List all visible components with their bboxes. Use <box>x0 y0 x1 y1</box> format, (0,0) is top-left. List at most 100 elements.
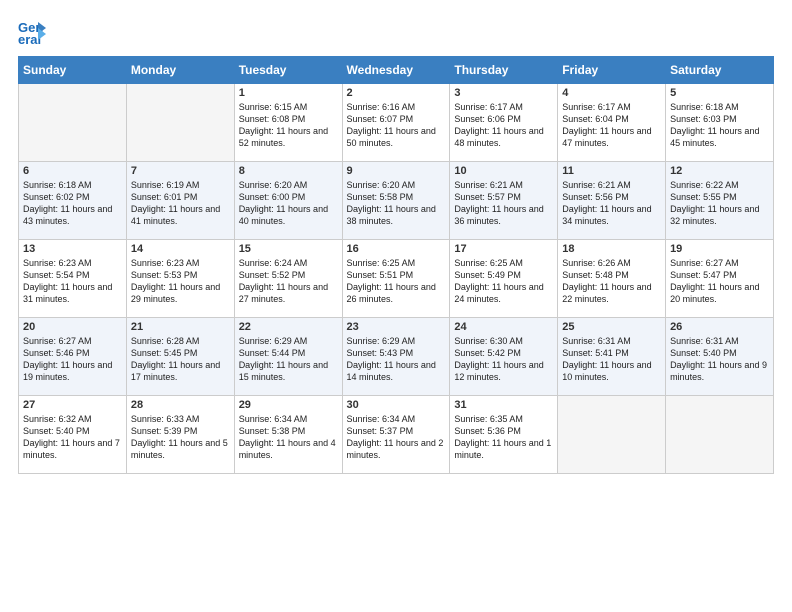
calendar-page: Gen eral SundayMondayTuesdayWednesdayThu… <box>0 0 792 612</box>
day-info: Sunrise: 6:23 AMSunset: 5:54 PMDaylight:… <box>23 257 122 306</box>
calendar-cell: 9Sunrise: 6:20 AMSunset: 5:58 PMDaylight… <box>342 162 450 240</box>
day-info: Sunrise: 6:15 AMSunset: 6:08 PMDaylight:… <box>239 101 338 150</box>
calendar-cell: 16 Sunrise: 6:25 AMSunset: 5:51 PMDayligh… <box>342 240 450 318</box>
calendar-cell: 30Sunrise: 6:34 AMSunset: 5:37 PMDayligh… <box>342 396 450 474</box>
calendar-cell: 21 Sunrise: 6:28 AMSunset: 5:45 PMDayligh… <box>126 318 234 396</box>
day-info: Sunrise: 6:23 AMSunset: 5:53 PMDaylight:… <box>131 257 230 306</box>
day-info: Sunrise: 6:25 AMSunset: 5:49 PMDaylight:… <box>454 257 553 306</box>
calendar-header: SundayMondayTuesdayWednesdayThursdayFrid… <box>19 57 774 84</box>
svg-text:eral: eral <box>18 32 41 46</box>
day-number: 5 <box>670 87 769 99</box>
day-number: 6 <box>23 165 122 177</box>
day-number: 20 <box>23 321 122 333</box>
calendar-cell: 6 Sunrise: 6:18 AMSunset: 6:02 PMDaylight… <box>19 162 127 240</box>
day-info: Sunrise: 6:33 AMSunset: 5:39 PMDaylight:… <box>131 413 230 462</box>
day-info: Sunrise: 6:17 AMSunset: 6:06 PMDaylight:… <box>454 101 553 150</box>
day-number: 28 <box>131 399 230 411</box>
calendar-cell <box>558 396 666 474</box>
day-number: 18 <box>562 243 661 255</box>
day-number: 3 <box>454 87 553 99</box>
day-number: 13 <box>23 243 122 255</box>
day-number: 12 <box>670 165 769 177</box>
day-info: Sunrise: 6:29 AMSunset: 5:43 PMDaylight:… <box>347 335 446 384</box>
day-number: 4 <box>562 87 661 99</box>
day-info: Sunrise: 6:20 AMSunset: 6:00 PMDaylight:… <box>239 179 338 228</box>
day-info: Sunrise: 6:29 AMSunset: 5:44 PMDaylight:… <box>239 335 338 384</box>
weekday-header: Sunday <box>19 57 127 84</box>
day-info: Sunrise: 6:30 AMSunset: 5:42 PMDaylight:… <box>454 335 553 384</box>
calendar-cell: 2 Sunrise: 6:16 AMSunset: 6:07 PMDaylight… <box>342 84 450 162</box>
day-info: Sunrise: 6:25 AMSunset: 5:51 PMDaylight:… <box>347 257 446 306</box>
calendar-cell: 18 Sunrise: 6:26 AMSunset: 5:48 PMDayligh… <box>558 240 666 318</box>
weekday-header: Wednesday <box>342 57 450 84</box>
day-info: Sunrise: 6:19 AMSunset: 6:01 PMDaylight:… <box>131 179 230 228</box>
calendar-cell: 25 Sunrise: 6:31 AMSunset: 5:41 PMDayligh… <box>558 318 666 396</box>
calendar-cell: 1 Sunrise: 6:15 AMSunset: 6:08 PMDaylight… <box>234 84 342 162</box>
day-number: 7 <box>131 165 230 177</box>
logo: Gen eral <box>18 18 50 46</box>
calendar-cell: 29Sunrise: 6:34 AMSunset: 5:38 PMDayligh… <box>234 396 342 474</box>
calendar-cell: 15 Sunrise: 6:24 AMSunset: 5:52 PMDayligh… <box>234 240 342 318</box>
calendar-cell: 7 Sunrise: 6:19 AMSunset: 6:01 PMDaylight… <box>126 162 234 240</box>
day-info: Sunrise: 6:27 AMSunset: 5:46 PMDaylight:… <box>23 335 122 384</box>
day-info: Sunrise: 6:17 AMSunset: 6:04 PMDaylight:… <box>562 101 661 150</box>
calendar-cell: 13 Sunrise: 6:23 AMSunset: 5:54 PMDayligh… <box>19 240 127 318</box>
calendar-cell: 19Sunrise: 6:27 AMSunset: 5:47 PMDayligh… <box>666 240 774 318</box>
day-number: 29 <box>239 399 338 411</box>
day-info: Sunrise: 6:31 AMSunset: 5:41 PMDaylight:… <box>562 335 661 384</box>
calendar-cell <box>126 84 234 162</box>
day-info: Sunrise: 6:28 AMSunset: 5:45 PMDaylight:… <box>131 335 230 384</box>
calendar-cell: 26 Sunrise: 6:31 AMSunset: 5:40 PMDayligh… <box>666 318 774 396</box>
calendar-cell <box>666 396 774 474</box>
calendar-cell: 27Sunrise: 6:32 AMSunset: 5:40 PMDayligh… <box>19 396 127 474</box>
day-number: 21 <box>131 321 230 333</box>
day-number: 1 <box>239 87 338 99</box>
day-number: 15 <box>239 243 338 255</box>
day-info: Sunrise: 6:21 AMSunset: 5:56 PMDaylight:… <box>562 179 661 228</box>
calendar-cell: 31Sunrise: 6:35 AMSunset: 5:36 PMDayligh… <box>450 396 558 474</box>
calendar-week-row: 13 Sunrise: 6:23 AMSunset: 5:54 PMDayligh… <box>19 240 774 318</box>
day-info: Sunrise: 6:21 AMSunset: 5:57 PMDaylight:… <box>454 179 553 228</box>
calendar-cell <box>19 84 127 162</box>
day-info: Sunrise: 6:32 AMSunset: 5:40 PMDaylight:… <box>23 413 122 462</box>
weekday-header: Thursday <box>450 57 558 84</box>
calendar-week-row: 6 Sunrise: 6:18 AMSunset: 6:02 PMDaylight… <box>19 162 774 240</box>
day-info: Sunrise: 6:16 AMSunset: 6:07 PMDaylight:… <box>347 101 446 150</box>
weekday-header: Tuesday <box>234 57 342 84</box>
weekday-header: Saturday <box>666 57 774 84</box>
calendar-week-row: 1 Sunrise: 6:15 AMSunset: 6:08 PMDaylight… <box>19 84 774 162</box>
day-info: Sunrise: 6:35 AMSunset: 5:36 PMDaylight:… <box>454 413 553 462</box>
day-number: 26 <box>670 321 769 333</box>
day-number: 25 <box>562 321 661 333</box>
day-number: 16 <box>347 243 446 255</box>
calendar-cell: 28 Sunrise: 6:33 AMSunset: 5:39 PMDayligh… <box>126 396 234 474</box>
day-number: 11 <box>562 165 661 177</box>
calendar-cell: 5Sunrise: 6:18 AMSunset: 6:03 PMDaylight… <box>666 84 774 162</box>
calendar-cell: 22 Sunrise: 6:29 AMSunset: 5:44 PMDayligh… <box>234 318 342 396</box>
day-number: 22 <box>239 321 338 333</box>
day-number: 23 <box>347 321 446 333</box>
weekday-header: Friday <box>558 57 666 84</box>
calendar-cell: 23 Sunrise: 6:29 AMSunset: 5:43 PMDayligh… <box>342 318 450 396</box>
calendar-week-row: 20 Sunrise: 6:27 AMSunset: 5:46 PMDayligh… <box>19 318 774 396</box>
day-info: Sunrise: 6:20 AMSunset: 5:58 PMDaylight:… <box>347 179 446 228</box>
logo-icon: Gen eral <box>18 18 46 46</box>
calendar-cell: 12 Sunrise: 6:22 AMSunset: 5:55 PMDayligh… <box>666 162 774 240</box>
calendar-table: SundayMondayTuesdayWednesdayThursdayFrid… <box>18 56 774 474</box>
day-number: 17 <box>454 243 553 255</box>
day-number: 19 <box>670 243 769 255</box>
calendar-cell: 4 Sunrise: 6:17 AMSunset: 6:04 PMDaylight… <box>558 84 666 162</box>
calendar-cell: 17 Sunrise: 6:25 AMSunset: 5:49 PMDayligh… <box>450 240 558 318</box>
day-number: 2 <box>347 87 446 99</box>
day-info: Sunrise: 6:26 AMSunset: 5:48 PMDaylight:… <box>562 257 661 306</box>
calendar-cell: 3 Sunrise: 6:17 AMSunset: 6:06 PMDaylight… <box>450 84 558 162</box>
day-number: 14 <box>131 243 230 255</box>
day-info: Sunrise: 6:22 AMSunset: 5:55 PMDaylight:… <box>670 179 769 228</box>
day-number: 10 <box>454 165 553 177</box>
day-number: 30 <box>347 399 446 411</box>
day-info: Sunrise: 6:18 AMSunset: 6:02 PMDaylight:… <box>23 179 122 228</box>
day-info: Sunrise: 6:31 AMSunset: 5:40 PMDaylight:… <box>670 335 769 384</box>
day-info: Sunrise: 6:24 AMSunset: 5:52 PMDaylight:… <box>239 257 338 306</box>
weekday-header: Monday <box>126 57 234 84</box>
calendar-cell: 10 Sunrise: 6:21 AMSunset: 5:57 PMDayligh… <box>450 162 558 240</box>
